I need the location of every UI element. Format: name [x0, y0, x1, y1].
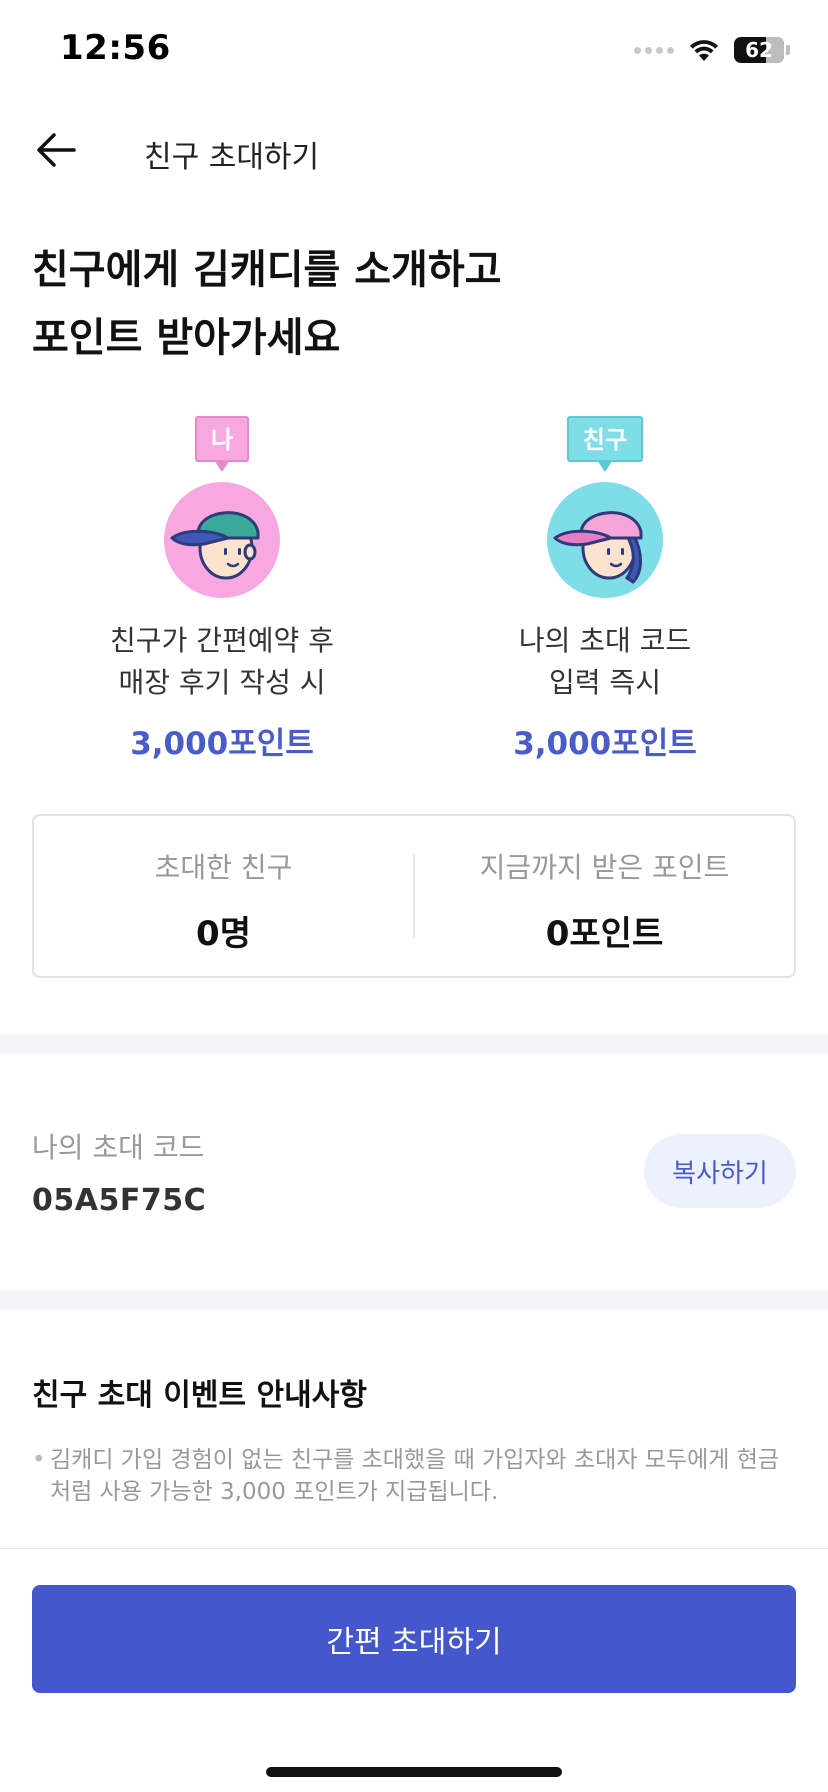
notice-item: 김캐디 가입 경험이 없는 친구를 초대했을 때 가입자와 초대자 모두에게 현… — [32, 1444, 792, 1508]
wifi-icon — [690, 40, 718, 61]
section-divider — [0, 1290, 828, 1310]
benefit-me-desc-line-2: 매장 후기 작성 시 — [118, 666, 326, 699]
invite-button[interactable]: 간편 초대하기 — [32, 1585, 796, 1693]
copy-button[interactable]: 복사하기 — [644, 1134, 796, 1208]
benefit-friend-desc-line-1: 나의 초대 코드 — [518, 624, 692, 657]
tag-me: 나 — [194, 416, 250, 472]
stat-received-points: 지금까지 받은 포인트 0포인트 — [415, 816, 794, 976]
benefit-me-desc: 친구가 간편예약 후 매장 후기 작성 시 — [72, 620, 372, 704]
nav-header: 친구 초대하기 — [0, 110, 828, 190]
status-indicators: 62 — [634, 30, 790, 70]
page-title: 친구 초대하기 — [144, 140, 320, 175]
benefit-me-desc-line-1: 친구가 간편예약 후 — [110, 624, 334, 657]
section-divider — [0, 1034, 828, 1054]
benefit-friend-desc: 나의 초대 코드 입력 즉시 — [455, 620, 755, 704]
invite-code-value: 05A5F75C — [32, 1183, 207, 1218]
benefit-friend: 친구 나의 초대 코드 입력 즉시 3,000포인트 — [455, 416, 755, 763]
invite-code-label: 나의 초대 코드 — [32, 1131, 205, 1164]
headline: 친구에게 김캐디를 소개하고 포인트 받아가세요 — [32, 236, 501, 372]
back-button[interactable] — [26, 122, 86, 178]
stat-invited-value: 0명 — [196, 914, 251, 954]
stat-invited-label: 초대한 친구 — [154, 851, 293, 884]
status-bar: 12:56 62 — [0, 0, 828, 100]
battery-level: 62 — [745, 38, 773, 62]
tag-friend: 친구 — [566, 416, 644, 472]
bottom-bar: 간편 초대하기 — [0, 1548, 828, 1792]
headline-line-1: 친구에게 김캐디를 소개하고 — [32, 247, 502, 293]
stat-points-label: 지금까지 받은 포인트 — [479, 851, 730, 884]
stat-invited-friends: 초대한 친구 0명 — [34, 816, 413, 976]
headline-line-2: 포인트 받아가세요 — [32, 315, 341, 361]
avatar-me-icon — [164, 482, 280, 598]
notice-title: 친구 초대 이벤트 안내사항 — [32, 1378, 367, 1413]
benefit-friend-points: 3,000포인트 — [513, 726, 697, 762]
arrow-left-icon — [37, 133, 76, 167]
status-time: 12:56 — [60, 28, 171, 68]
benefit-friend-desc-line-2: 입력 즉시 — [549, 666, 661, 699]
battery-icon: 62 — [734, 37, 784, 63]
benefit-me: 나 친구가 간편예약 후 매장 후기 작성 시 3,000포인트 — [72, 416, 372, 763]
home-indicator — [266, 1767, 562, 1777]
stat-points-value: 0포인트 — [545, 914, 664, 954]
avatar-friend-icon — [547, 482, 663, 598]
cellular-signal-icon — [634, 46, 674, 54]
invite-stats: 초대한 친구 0명 지금까지 받은 포인트 0포인트 — [32, 814, 796, 978]
benefit-me-points: 3,000포인트 — [130, 726, 314, 762]
